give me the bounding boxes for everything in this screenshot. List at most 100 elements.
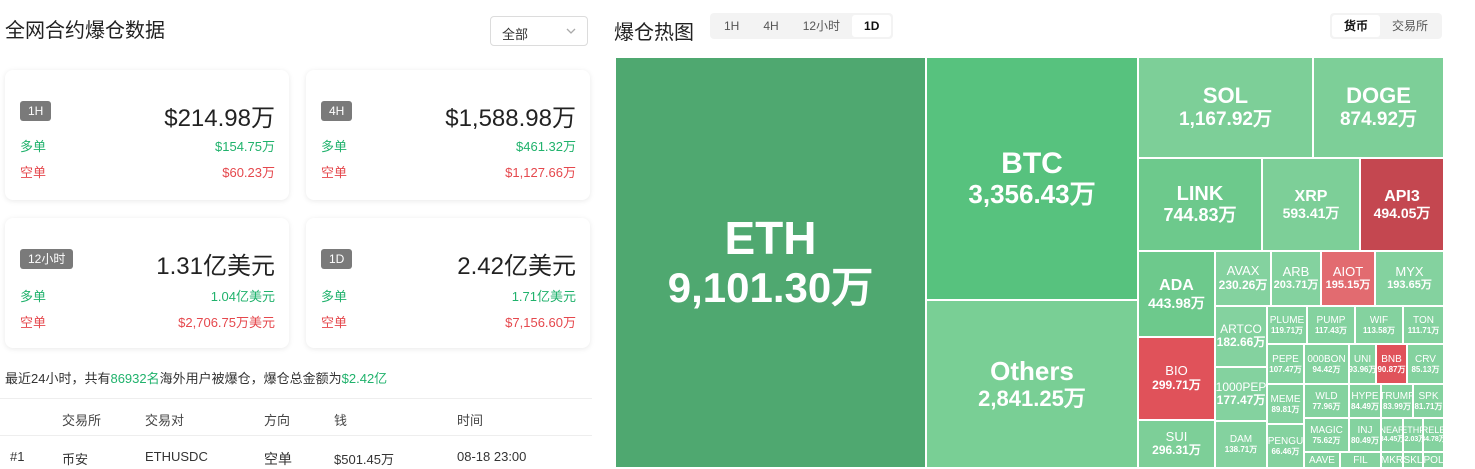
heatmap-cell-others[interactable]: Others 2,841.25万 [926, 300, 1138, 468]
row-amount: $501.45万 [334, 452, 394, 467]
col-pair: 交易对 [145, 413, 185, 428]
heatmap-cell-eth[interactable]: ETH 9,101.30万 [615, 57, 926, 468]
heatmap-cell-ada[interactable]: ADA 443.98万 [1138, 251, 1215, 337]
heatmap-cell-pol[interactable]: POL [1423, 452, 1444, 468]
heatmap-cell-artco[interactable]: ARTCO 182.66万 [1215, 306, 1267, 367]
short-label: 空单 [20, 315, 47, 330]
long-value: $154.75万 [215, 139, 275, 154]
heatmap-cell-value: 230.26万 [1218, 277, 1268, 292]
tab-coin[interactable]: 货币 [1332, 15, 1381, 37]
heatmap-cell-name: MKR [1381, 454, 1403, 466]
heatmap-cell-hype[interactable]: HYPE 84.49万 [1349, 384, 1381, 418]
heatmap-cell-value: 138.71万 [1224, 445, 1258, 455]
row-exchange: 币安 [62, 452, 89, 467]
heatmap-cell-meme[interactable]: MEME 89.81万 [1267, 384, 1304, 424]
tab-1d[interactable]: 1D [852, 15, 892, 37]
tab-exchange[interactable]: 交易所 [1380, 15, 1440, 37]
heatmap-cell-sol[interactable]: SOL 1,167.92万 [1138, 57, 1313, 158]
heatmap-cell-near[interactable]: NEAR84.45万 [1381, 418, 1403, 452]
short-label: 空单 [321, 165, 348, 180]
long-value: 1.04亿美元 [210, 289, 275, 304]
heatmap-cell-value: 296.31万 [1152, 443, 1201, 458]
heatmap-cell-aiot[interactable]: AIOT 195.15万 [1321, 251, 1375, 306]
heatmap-cell-spk[interactable]: SPK 81.71万 [1413, 384, 1444, 418]
period-badge: 12小时 [20, 249, 74, 269]
short-label: 空单 [20, 165, 47, 180]
long-label: 多单 [20, 289, 47, 304]
heatmap-cell-name: PEPE [1272, 353, 1299, 365]
heatmap-cell-name: AIOT [1332, 264, 1364, 280]
long-label: 多单 [321, 139, 348, 154]
heatmap-cell-inj[interactable]: INJ 80.49万 [1349, 418, 1381, 452]
heatmap-cell-value: 66.46万 [1271, 446, 1300, 456]
heatmap-cell-link[interactable]: LINK 744.83万 [1138, 158, 1262, 251]
heatmap-cell-name: SOL [1202, 83, 1249, 109]
heatmap-cell-name: RELE [1423, 425, 1443, 436]
heatmap-cell-plume[interactable]: PLUME 119.71万 [1267, 306, 1307, 344]
heatmap-cell-ton[interactable]: TON 111.71万 [1403, 306, 1444, 344]
heatmap-cell-value: 75.62万 [1312, 435, 1341, 445]
heatmap-cell-pump[interactable]: PUMP 117.43万 [1307, 306, 1355, 344]
heatmap-cell-sui[interactable]: SUI 296.31万 [1138, 420, 1215, 468]
heatmap-cell-avax[interactable]: AVAX 230.26万 [1215, 251, 1271, 306]
heatmap-cell-trump[interactable]: TRUMP83.99万 [1381, 384, 1413, 418]
heatmap-cell-pepe[interactable]: PEPE 107.47万 [1267, 344, 1304, 384]
heatmap-cell-name: DAM [1229, 434, 1253, 446]
period-badge: 1H [20, 101, 52, 121]
heatmap-cell-value: 2,841.25万 [978, 385, 1086, 411]
heatmap-cell-value: 94.42万 [1312, 364, 1341, 374]
heatmap-cell-bnb[interactable]: BNB 90.87万 [1376, 344, 1407, 384]
filter-select[interactable]: 全部 [490, 16, 588, 46]
heatmap-cell-name: PLUME [1269, 314, 1305, 326]
heatmap-cell-name: Others [990, 356, 1074, 387]
heatmap-cell-rele[interactable]: RELE84.78万 [1423, 418, 1444, 452]
heatmap-cell-name: API3 [1384, 187, 1420, 205]
long-label: 多单 [20, 139, 47, 154]
heatmap-cell-000bon[interactable]: 000BON 94.42万 [1304, 344, 1349, 384]
heatmap-cell-crv[interactable]: CRV 85.13万 [1407, 344, 1444, 384]
heatmap-cell-doge[interactable]: DOGE 874.92万 [1313, 57, 1444, 158]
heatmap-cell-fil[interactable]: FIL [1340, 452, 1381, 468]
tab-4h[interactable]: 4H [751, 15, 790, 37]
heatmap-cell-xrp[interactable]: XRP 593.41万 [1262, 158, 1360, 251]
heatmap-cell-api3[interactable]: API3 494.05万 [1360, 158, 1444, 251]
heatmap-cell-pengu[interactable]: PENGU 66.46万 [1267, 424, 1304, 468]
heatmap-cell-value: 84.78万 [1424, 435, 1443, 443]
heatmap-cell-name: LINK [1176, 183, 1224, 206]
heatmap-cell-name: PUMP [1316, 314, 1346, 326]
heatmap-cell-1000pep[interactable]: 1000PEP 177.47万 [1215, 367, 1267, 421]
tab-12h[interactable]: 12小时 [791, 15, 852, 37]
heatmap-cell-value: 744.83万 [1163, 205, 1237, 226]
heatmap-cell-wld[interactable]: WLD 77.96万 [1304, 384, 1349, 418]
table-row[interactable]: #1 币安 ETHUSDC 空单 $501.45万 08-18 23:00 [0, 436, 592, 468]
heatmap-cell-value: 117.43万 [1314, 325, 1348, 335]
heatmap-cell-uni[interactable]: UNI 93.96万 [1349, 344, 1376, 384]
heatmap-cell-btc[interactable]: BTC 3,356.43万 [926, 57, 1138, 300]
heatmap-cell-name: FIL [1353, 454, 1368, 466]
heatmap-cell-value: 203.71万 [1273, 279, 1319, 292]
heatmap-cell-arb[interactable]: ARB 203.71万 [1271, 251, 1321, 306]
liquidation-heatmap: ETH 9,101.30万 BTC 3,356.43万 Others 2,841.25万 S… [615, 57, 1444, 468]
heatmap-cell-wif[interactable]: WIF 113.58万 [1355, 306, 1403, 344]
heatmap-cell-value: 83.99万 [1382, 401, 1412, 411]
heatmap-cell-ethf[interactable]: ETHF82.03万 [1403, 418, 1423, 452]
heatmap-cell-skl[interactable]: SKL [1403, 452, 1423, 468]
heatmap-cell-myx[interactable]: MYX 193.65万 [1375, 251, 1444, 306]
heatmap-cell-name: ETHF [1404, 425, 1422, 436]
heatmap-cell-value: 82.03万 [1404, 435, 1422, 443]
heatmap-cell-value: 3,356.43万 [968, 179, 1096, 210]
heatmap-cell-mkr[interactable]: MKR [1381, 452, 1403, 468]
row-rank: #1 [10, 449, 25, 464]
heatmap-cell-value: 80.49万 [1350, 435, 1380, 445]
heatmap-cell-value: 84.45万 [1382, 435, 1403, 443]
heatmap-cell-magic[interactable]: MAGIC 75.62万 [1304, 418, 1349, 452]
heatmap-cell-aave[interactable]: AAVE [1304, 452, 1340, 468]
heatmap-cell-value: 90.87万 [1377, 364, 1406, 374]
tab-1h[interactable]: 1H [712, 15, 751, 37]
heatmap-cell-bio[interactable]: BIO 299.71万 [1138, 337, 1215, 420]
heatmap-cell-dam[interactable]: DAM 138.71万 [1215, 421, 1267, 468]
summary-total-amount: $2.42亿 [341, 371, 388, 386]
heatmap-cell-name: ARB [1282, 264, 1310, 280]
liquidation-summary: 最近24小时，共有86932名海外用户被爆仓，爆仓总金额为$2.42亿 [5, 368, 387, 387]
heatmap-cell-name: XRP [1294, 187, 1328, 205]
